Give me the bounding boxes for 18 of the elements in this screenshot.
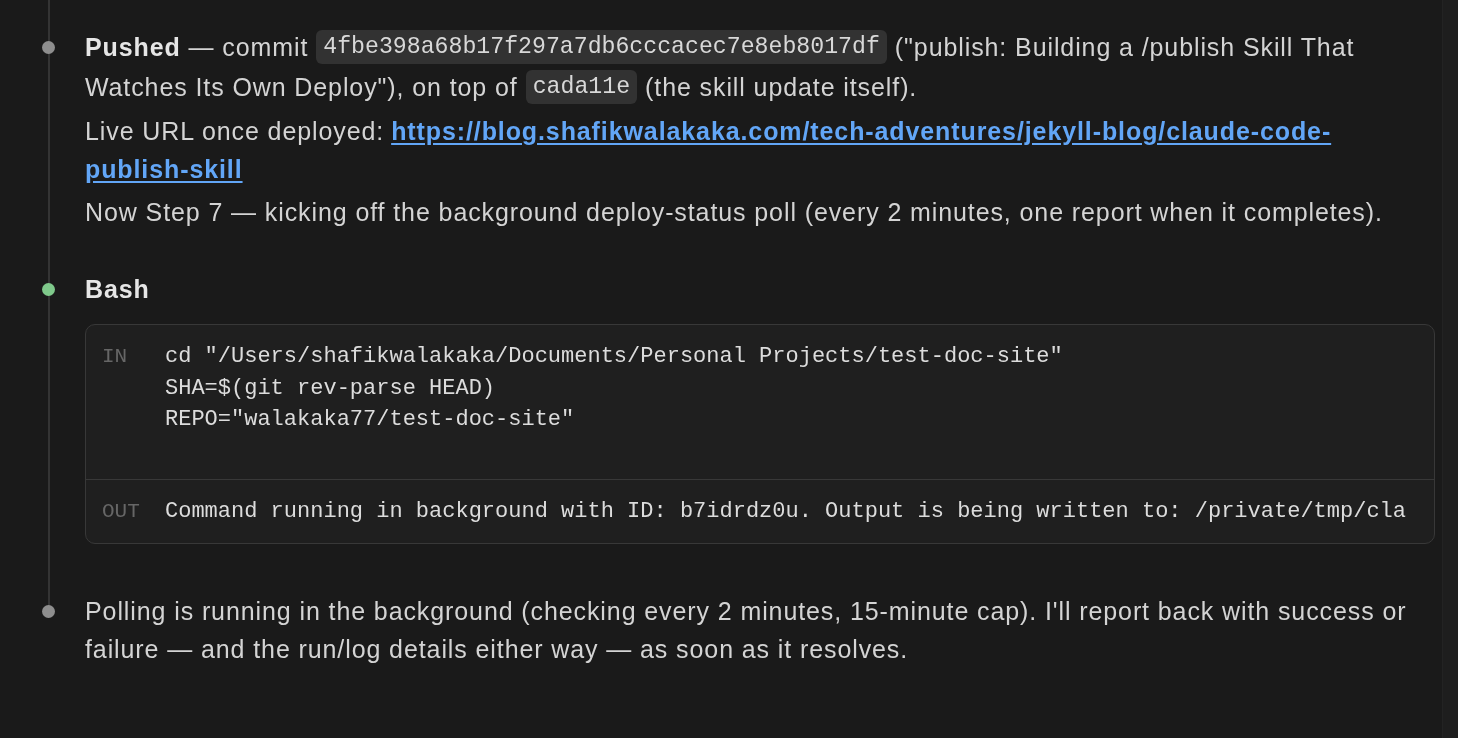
message-text: (the skill update itself). — [645, 72, 918, 103]
message-text: Now Step 7 — kicking off the background deploy-status poll (every 2 minutes, one report when it completes). — [85, 197, 1383, 228]
code-line: REPO="walakaka77/test-doc-site" — [165, 406, 575, 434]
output-text: Command running in background with ID: b7idrdz0u. Output is being written to: /private/tmp/cla — [165, 497, 1406, 526]
input-label: IN — [102, 344, 129, 370]
code-line: cd "/Users/shafikwalakaka/Documents/Personal Projects/test-doc-site" — [165, 343, 1063, 371]
message-text: ("publish: Building a /publish Skill That — [894, 32, 1355, 63]
tool-title: Bash — [85, 274, 150, 305]
url-link[interactable]: publish-skill — [85, 150, 243, 188]
message-text: Polling is running in the background (checking every 2 minutes, 15-minute cap). I'll report back with success or failure — and the run/log details either way — as soon as it resolves. — [85, 596, 1408, 665]
message-text: Live URL once deployed: — [85, 116, 385, 147]
message-text: Pushed — commit — [85, 32, 309, 63]
message-text: Watches Its Own Deploy"), on top of — [85, 72, 518, 103]
inline-code: 4fbe398a68b17f297a7db6cccacec7e8eb8017df — [316, 30, 887, 64]
output-label: OUT — [102, 498, 141, 525]
url-link[interactable]: https://blog.shafikwalakaka.com/tech-adventures/jekyll-blog/claude-code- — [391, 112, 1332, 150]
code-line: SHA=$(git rev-parse HEAD) — [165, 374, 496, 403]
inline-code: cada11e — [525, 70, 638, 104]
